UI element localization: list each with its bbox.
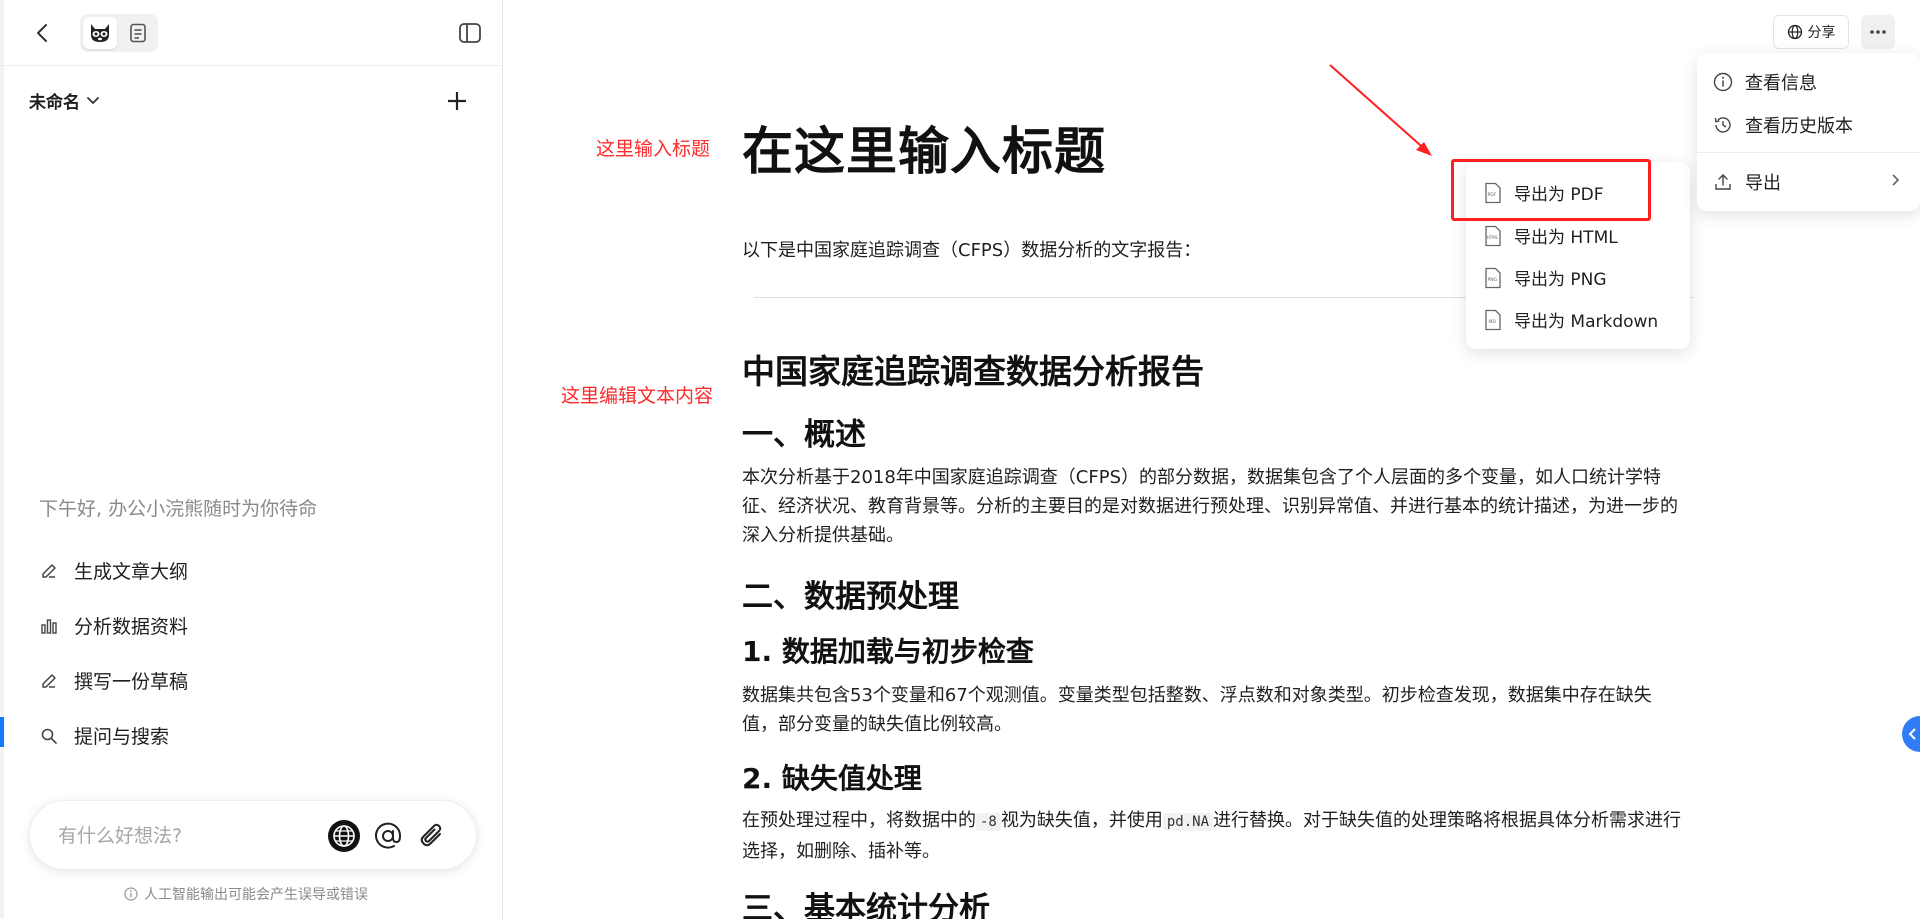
inline-code: pd.NA bbox=[1162, 813, 1214, 831]
back-button[interactable] bbox=[28, 18, 58, 48]
export-label: 导出为 HTML bbox=[1514, 228, 1618, 248]
globe-icon bbox=[328, 820, 360, 852]
export-html-item[interactable]: HTML 导出为 HTML bbox=[1484, 223, 1618, 248]
document-icon bbox=[130, 23, 146, 43]
share-label: 分享 bbox=[1807, 25, 1836, 41]
attach-button[interactable] bbox=[414, 818, 450, 854]
quick-action-search[interactable]: 提问与搜索 bbox=[38, 722, 169, 749]
quick-action-analyze[interactable]: 分析数据资料 bbox=[38, 612, 188, 639]
svg-text:PNG: PNG bbox=[1488, 277, 1498, 283]
svg-text:HTML: HTML bbox=[1487, 235, 1499, 240]
pencil-icon bbox=[38, 560, 60, 582]
paragraph-text: 在预处理过程中，将数据中的 bbox=[742, 810, 976, 831]
upload-icon bbox=[1715, 174, 1731, 190]
menu-item-label: 查看历史版本 bbox=[1745, 116, 1853, 137]
intro-paragraph[interactable]: 以下是中国家庭追踪调查（CFPS）数据分析的文字报告： bbox=[742, 236, 1201, 262]
more-options-button[interactable] bbox=[1861, 15, 1895, 49]
html-file-icon: HTML bbox=[1484, 225, 1502, 247]
mode-toggle bbox=[80, 14, 158, 52]
menu-item-history[interactable]: 查看历史版本 bbox=[1713, 112, 1853, 138]
quick-action-label: 生成文章大纲 bbox=[74, 561, 189, 583]
subsection-heading[interactable]: 2. 缺失值处理 bbox=[742, 757, 922, 797]
menu-item-label: 查看信息 bbox=[1745, 73, 1817, 94]
menu-item-label: 导出 bbox=[1745, 173, 1781, 194]
document-mode-button[interactable] bbox=[121, 17, 155, 49]
mention-button[interactable] bbox=[370, 818, 406, 854]
section-paragraph[interactable]: 数据集共包含53个变量和67个观测值。变量类型包括整数、浮点数和对象类型。初步检… bbox=[742, 681, 1684, 739]
chevron-down-icon bbox=[87, 96, 99, 104]
globe-icon bbox=[1787, 24, 1802, 40]
menu-item-export[interactable]: 导出 bbox=[1713, 169, 1781, 195]
chevron-right-icon bbox=[1892, 174, 1900, 186]
quick-action-label: 提问与搜索 bbox=[74, 726, 170, 748]
png-file-icon: PNG bbox=[1484, 267, 1502, 289]
search-icon bbox=[38, 725, 60, 747]
menu-divider bbox=[1697, 152, 1920, 153]
at-icon bbox=[375, 822, 402, 849]
history-icon bbox=[1714, 117, 1731, 133]
section-paragraph[interactable]: 在预处理过程中，将数据中的 -8 视为缺失值，并使用 pd.NA 进行替换。对于缺失值的… bbox=[742, 806, 1684, 866]
sidebar-edge bbox=[0, 0, 4, 919]
ellipsis-icon bbox=[1870, 30, 1886, 34]
quick-action-label: 撰写一份草稿 bbox=[74, 671, 189, 693]
inline-code: -8 bbox=[976, 813, 1001, 831]
ask-box bbox=[29, 800, 477, 870]
raccoon-icon bbox=[91, 24, 109, 42]
chevron-left-icon bbox=[37, 24, 47, 42]
export-markdown-item[interactable]: MD 导出为 Markdown bbox=[1484, 307, 1658, 332]
paperclip-icon bbox=[420, 823, 442, 847]
sidebar: 未命名 下午好, 办公小浣熊随时为你待命 生成文章大纲 分析数据资料 撰写一份草… bbox=[0, 0, 503, 919]
export-png-item[interactable]: PNG 导出为 PNG bbox=[1484, 265, 1607, 290]
toggle-sidebar-button[interactable] bbox=[455, 18, 485, 48]
section-heading[interactable]: 一、概述 bbox=[742, 409, 866, 454]
more-options-menu: 查看信息 查看历史版本 导出 bbox=[1697, 53, 1920, 211]
chevron-left-icon bbox=[1908, 728, 1916, 740]
svg-text:MD: MD bbox=[1489, 319, 1497, 325]
info-icon bbox=[124, 887, 138, 901]
assistant-mode-button[interactable] bbox=[83, 17, 117, 49]
report-heading[interactable]: 中国家庭追踪调查数据分析报告 bbox=[742, 345, 1204, 393]
quick-action-outline[interactable]: 生成文章大纲 bbox=[38, 557, 188, 584]
ask-input[interactable] bbox=[58, 823, 318, 849]
quick-action-label: 分析数据资料 bbox=[74, 616, 189, 638]
greeting-text: 下午好, 办公小浣熊随时为你待命 bbox=[39, 498, 318, 520]
menu-item-info[interactable]: 查看信息 bbox=[1713, 69, 1817, 95]
subsection-heading[interactable]: 1. 数据加载与初步检查 bbox=[742, 630, 1034, 670]
sidebar-panel-icon bbox=[459, 23, 481, 43]
annotation-arrow bbox=[1329, 64, 1432, 156]
pencil-icon bbox=[38, 670, 60, 692]
info-icon bbox=[1713, 72, 1733, 92]
section-heading[interactable]: 三、基本统计分析 bbox=[742, 883, 990, 919]
plus-icon bbox=[448, 92, 466, 110]
pdf-highlight-annotation bbox=[1451, 159, 1651, 221]
document-selector[interactable]: 未命名 bbox=[29, 88, 100, 113]
section-paragraph[interactable]: 本次分析基于2018年中国家庭追踪调查（CFPS）的部分数据，数据集包含了个人层… bbox=[742, 463, 1684, 550]
disclaimer-text: 人工智能输出可能会产生误导或错误 bbox=[144, 887, 368, 903]
quick-action-draft[interactable]: 撰写一份草稿 bbox=[38, 667, 188, 694]
ai-disclaimer: 人工智能输出可能会产生误导或错误 bbox=[124, 884, 368, 904]
section-heading[interactable]: 二、数据预处理 bbox=[742, 571, 959, 616]
active-item-marker bbox=[0, 717, 4, 747]
export-label: 导出为 PNG bbox=[1514, 270, 1607, 290]
new-document-button[interactable] bbox=[442, 86, 472, 116]
markdown-file-icon: MD bbox=[1484, 309, 1502, 331]
bar-chart-icon bbox=[38, 615, 60, 637]
sidebar-header bbox=[0, 0, 503, 66]
export-label: 导出为 Markdown bbox=[1514, 312, 1659, 332]
content-hint-annotation: 这里编辑文本内容 bbox=[561, 385, 714, 407]
share-button[interactable]: 分享 bbox=[1773, 15, 1849, 49]
document-title[interactable]: 在这里输入标题 bbox=[742, 110, 1106, 184]
document-name: 未命名 bbox=[29, 93, 80, 113]
title-hint-annotation: 这里输入标题 bbox=[596, 138, 711, 160]
web-search-button[interactable] bbox=[326, 818, 362, 854]
paragraph-text: 视为缺失值，并使用 bbox=[1000, 810, 1163, 831]
